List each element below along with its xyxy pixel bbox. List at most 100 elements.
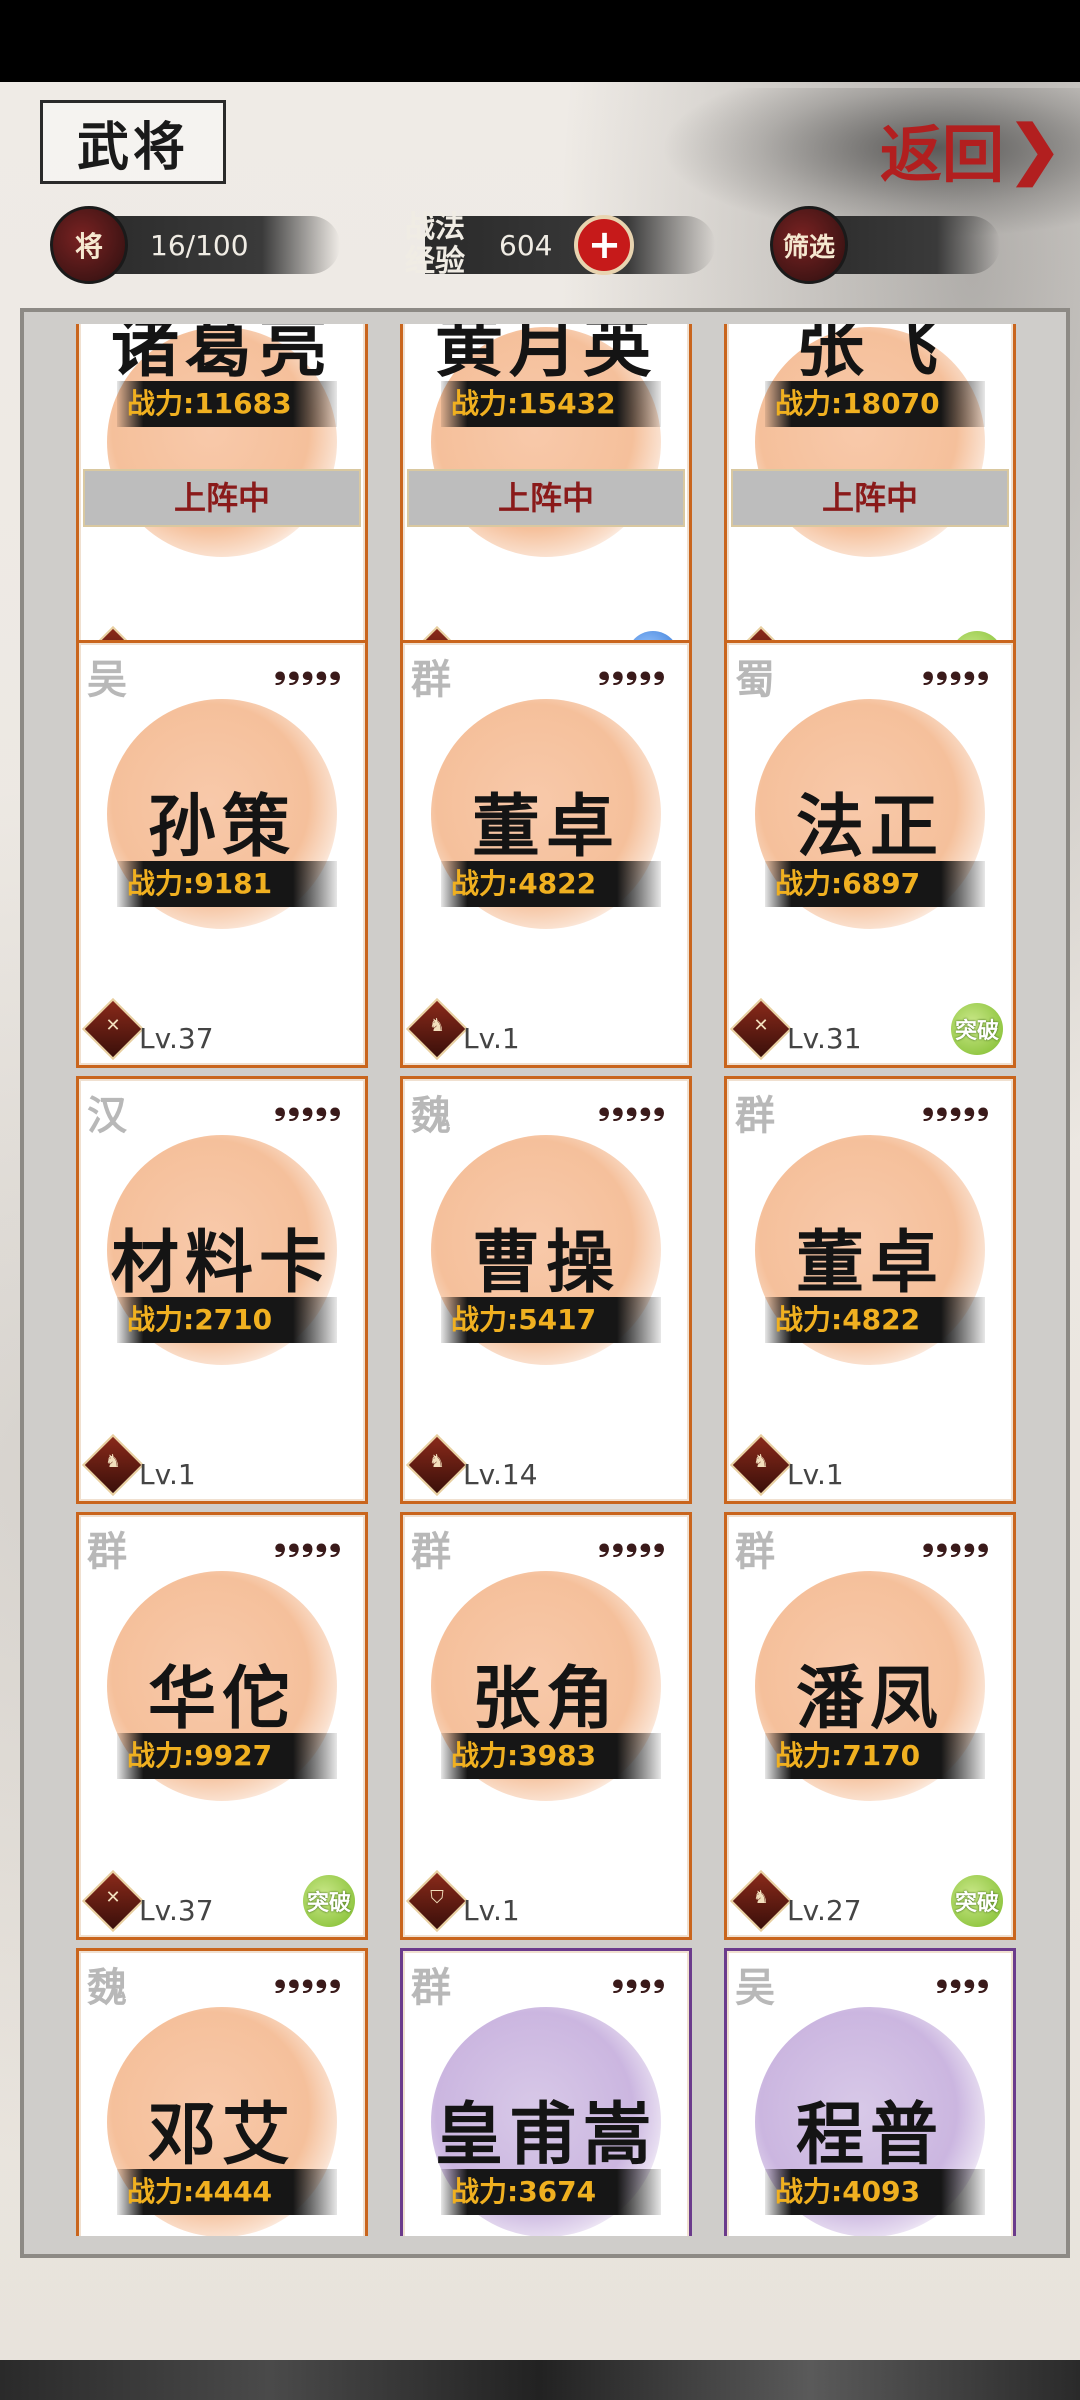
general-card[interactable]: 群 ❟❟❟❟❟ 潘凤 战力:7170 ♞ Lv.27 突破 (724, 1512, 1016, 1940)
combat-power: 战力:4822 (765, 1297, 985, 1343)
general-card[interactable]: 群 ❟❟❟❟❟ 董卓 战力:4822 ♞ Lv.1 (400, 640, 692, 1068)
star-rating: ❟❟❟❟❟ (922, 651, 991, 686)
combat-power: 战力:9181 (117, 861, 337, 907)
faction-label: 吴 (87, 656, 127, 703)
general-name: 孙策 (147, 787, 296, 867)
general-name: 曹操 (471, 1223, 620, 1303)
level-label: Lv.37 (139, 1894, 214, 1927)
faction-label: 魏 (87, 1964, 127, 2011)
generals-panel: 诸葛亮战力:11683上阵中⛉Lv.27黄月英战力:15432上阵中⛉Lv.35… (20, 308, 1070, 2258)
general-card[interactable]: 吴 ❟❟❟❟ 程普 战力:4093 (724, 1948, 1016, 2236)
deployed-badge: 上阵中 (83, 469, 361, 527)
combat-power: 战力:3674 (441, 2169, 661, 2215)
generals-count: 16/100 (150, 228, 249, 262)
horse-role-icon: ♞ (81, 1433, 145, 1497)
star-rating: ❟❟❟❟❟ (922, 1087, 991, 1122)
faction-label: 蜀 (735, 656, 775, 703)
level-label: Lv.27 (787, 1894, 862, 1927)
cross-role-icon: ✕ (81, 997, 145, 1061)
faction-label: 群 (735, 1092, 775, 1139)
general-name: 潘凤 (795, 1659, 944, 1739)
general-name: 董卓 (471, 787, 620, 867)
status-bar (0, 0, 1080, 82)
general-name: 法正 (795, 787, 944, 867)
generals-count-bar: 将 16/100 (50, 206, 340, 284)
star-rating: ❟❟❟❟❟ (274, 1087, 343, 1122)
general-name: 材料卡 (110, 1223, 333, 1303)
combat-power: 战力:7170 (765, 1733, 985, 1779)
combat-power: 战力:4444 (117, 2169, 337, 2215)
level-label: Lv.37 (139, 1022, 214, 1055)
horse-role-icon: ♞ (729, 1869, 793, 1933)
combat-power: 战力:9927 (117, 1733, 337, 1779)
horse-role-icon: ♞ (405, 1433, 469, 1497)
star-rating: ❟❟❟❟❟ (598, 1087, 667, 1122)
level-label: Lv.1 (787, 1458, 844, 1491)
star-rating: ❟❟❟❟❟ (598, 651, 667, 686)
faction-label: 汉 (87, 1092, 127, 1139)
combat-power: 战力:15432 (441, 381, 661, 427)
general-card[interactable]: 魏 ❟❟❟❟❟ 邓艾 战力:4444 (76, 1948, 368, 2236)
star-rating: ❟❟❟❟ (935, 1959, 991, 1994)
filter-button[interactable]: 筛选 (770, 206, 1000, 284)
level-label: Lv.31 (787, 1022, 862, 1055)
level-label: Lv.14 (463, 1458, 538, 1491)
star-rating: ❟❟❟❟❟ (274, 1959, 343, 1994)
cross-role-icon: ✕ (729, 997, 793, 1061)
breakthrough-badge: 突破 (951, 1003, 1003, 1055)
general-card[interactable]: 汉 ❟❟❟❟❟ 材料卡 战力:2710 ♞ Lv.1 (76, 1076, 368, 1504)
combat-power: 战力:2710 (117, 1297, 337, 1343)
star-rating: ❟❟❟❟❟ (598, 1523, 667, 1558)
general-card[interactable]: 群 ❟❟❟❟❟ 华佗 战力:9927 ✕ Lv.37 突破 (76, 1512, 368, 1940)
page-title-text: 武将 (76, 116, 189, 178)
general-card[interactable]: 群 ❟❟❟❟❟ 张角 战力:3983 ⛉ Lv.1 (400, 1512, 692, 1940)
general-card[interactable]: 群 ❟❟❟❟ 皇甫嵩 战力:3674 (400, 1948, 692, 2236)
general-badge-icon: 将 (50, 206, 128, 284)
general-name: 程普 (795, 2095, 944, 2175)
shield-role-icon: ⛉ (405, 1869, 469, 1933)
faction-label: 群 (87, 1528, 127, 1575)
star-rating: ❟❟❟❟ (611, 1959, 667, 1994)
combat-power: 战力:4093 (765, 2169, 985, 2215)
cross-role-icon: ✕ (81, 1869, 145, 1933)
horse-role-icon: ♞ (405, 997, 469, 1061)
general-card[interactable]: 蜀 ❟❟❟❟❟ 法正 战力:6897 ✕ Lv.31 突破 (724, 640, 1016, 1068)
faction-label: 群 (735, 1528, 775, 1575)
faction-label: 群 (411, 1528, 451, 1575)
tactics-exp-label: 战法 经验 (405, 210, 465, 279)
faction-label: 群 (411, 656, 451, 703)
chevron-right-icon: ❯ (1008, 111, 1062, 187)
faction-label: 魏 (411, 1092, 451, 1139)
general-name: 华佗 (147, 1659, 296, 1739)
star-rating: ❟❟❟❟❟ (274, 1523, 343, 1558)
star-rating: ❟❟❟❟❟ (922, 1523, 991, 1558)
deployed-badge: 上阵中 (731, 469, 1009, 527)
back-button[interactable]: 返回 ❯ (880, 104, 1062, 194)
breakthrough-badge: 突破 (951, 1875, 1003, 1927)
combat-power: 战力:5417 (441, 1297, 661, 1343)
general-name: 皇甫嵩 (434, 2095, 657, 2175)
general-card[interactable]: 吴 ❟❟❟❟❟ 孙策 战力:9181 ✕ Lv.37 (76, 640, 368, 1068)
tactics-exp-value: 604 (499, 228, 553, 262)
breakthrough-badge: 突破 (303, 1875, 355, 1927)
general-card[interactable]: 魏 ❟❟❟❟❟ 曹操 战力:5417 ♞ Lv.14 (400, 1076, 692, 1504)
level-label: Lv.1 (139, 1458, 196, 1491)
general-name: 张角 (471, 1659, 620, 1739)
horse-role-icon: ♞ (729, 1433, 793, 1497)
star-rating: ❟❟❟❟❟ (274, 651, 343, 686)
combat-power: 战力:11683 (117, 381, 337, 427)
general-name: 邓艾 (147, 2095, 296, 2175)
generals-grid-viewport[interactable]: 诸葛亮战力:11683上阵中⛉Lv.27黄月英战力:15432上阵中⛉Lv.35… (54, 324, 1036, 2236)
level-label: Lv.1 (463, 1894, 520, 1927)
faction-label: 群 (411, 1964, 451, 2011)
general-name: 董卓 (795, 1223, 944, 1303)
combat-power: 战力:6897 (765, 861, 985, 907)
general-card[interactable]: 群 ❟❟❟❟❟ 董卓 战力:4822 ♞ Lv.1 (724, 1076, 1016, 1504)
combat-power: 战力:18070 (765, 381, 985, 427)
combat-power: 战力:4822 (441, 861, 661, 907)
page-title: 武将 (40, 100, 226, 184)
level-label: Lv.1 (463, 1022, 520, 1055)
back-label: 返回 (880, 118, 1005, 191)
combat-power: 战力:3983 (441, 1733, 661, 1779)
deployed-badge: 上阵中 (407, 469, 685, 527)
